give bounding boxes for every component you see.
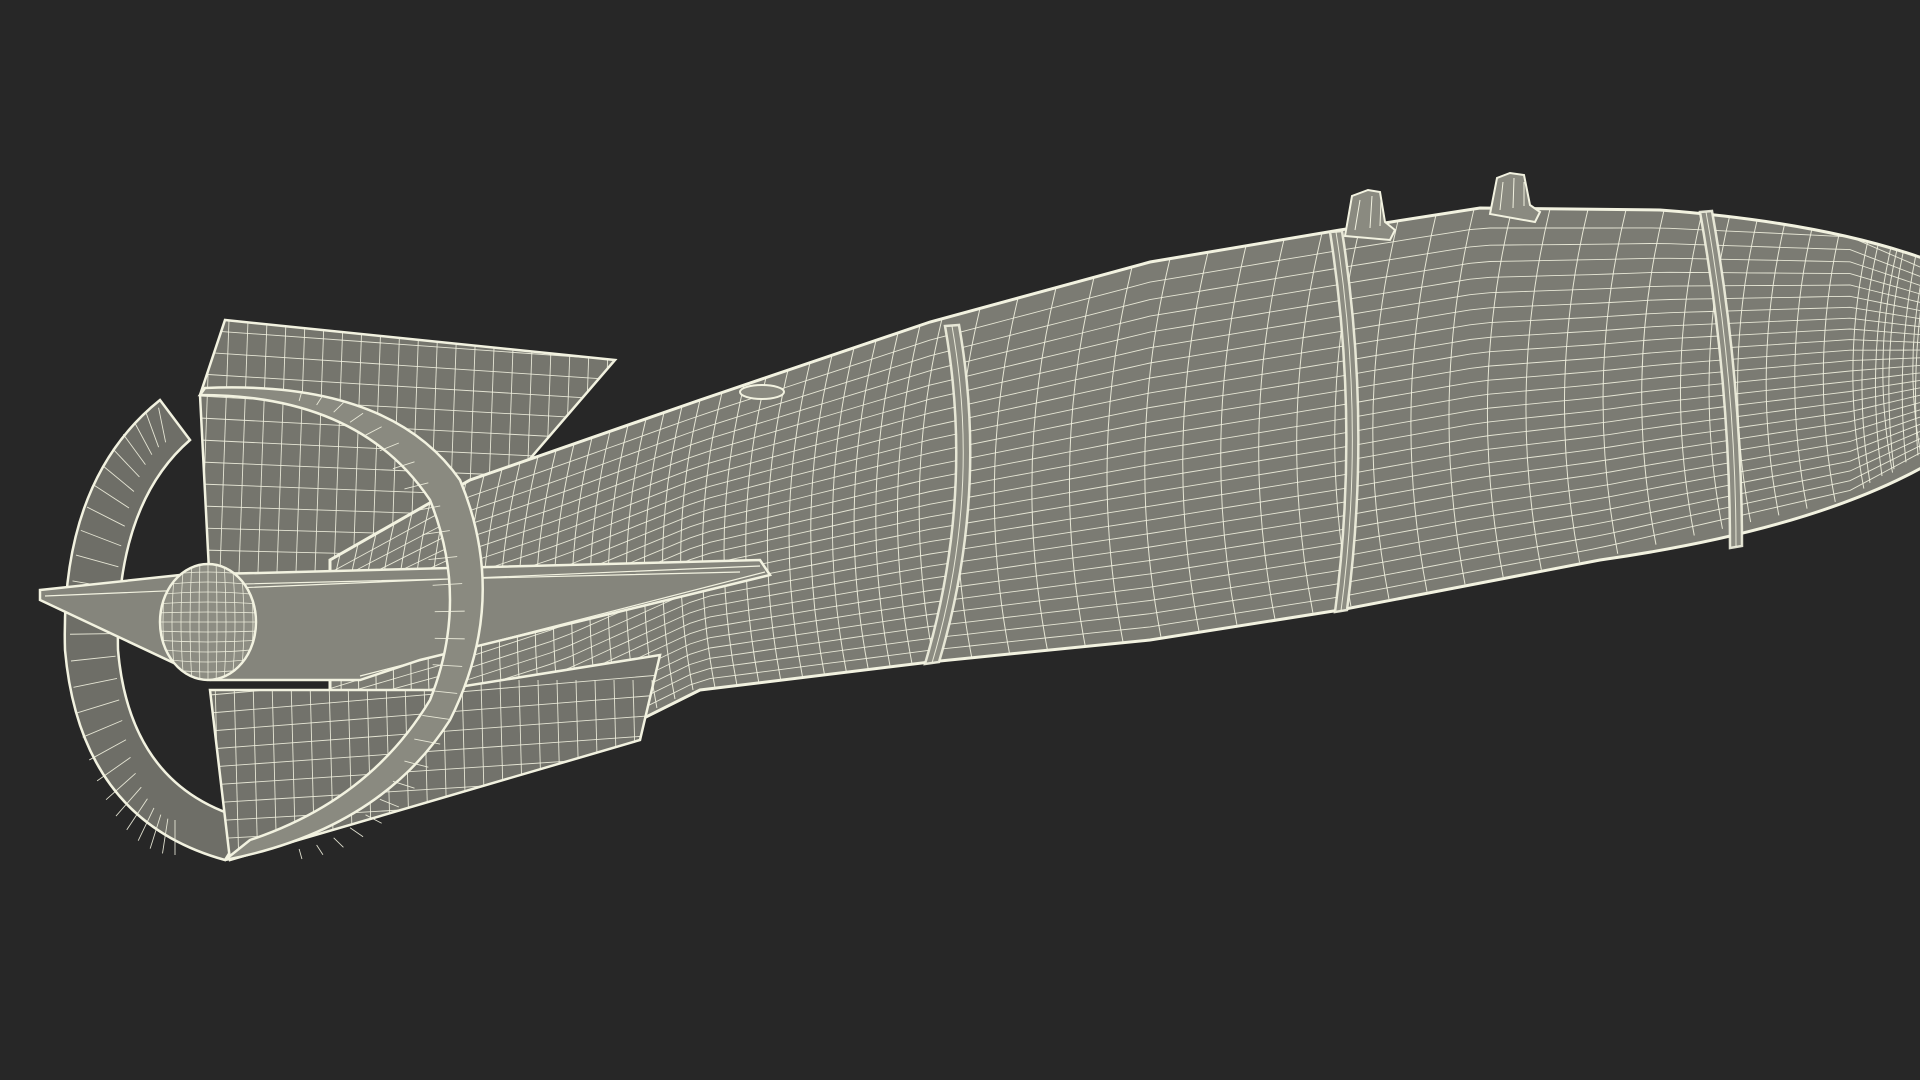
wire-line — [298, 848, 303, 860]
wire-line — [333, 837, 344, 848]
wire-line — [434, 637, 465, 640]
wire-line — [434, 610, 465, 613]
bomb-model — [38, 171, 1920, 862]
wire-line — [349, 827, 364, 838]
suspension-lug-front — [1343, 188, 1397, 242]
wire-line — [316, 844, 324, 855]
fuze-port — [739, 384, 785, 400]
suspension-lug-rear — [1488, 171, 1542, 224]
render-viewport — [0, 0, 1920, 1080]
bomb-wireframe-render — [38, 171, 1920, 862]
